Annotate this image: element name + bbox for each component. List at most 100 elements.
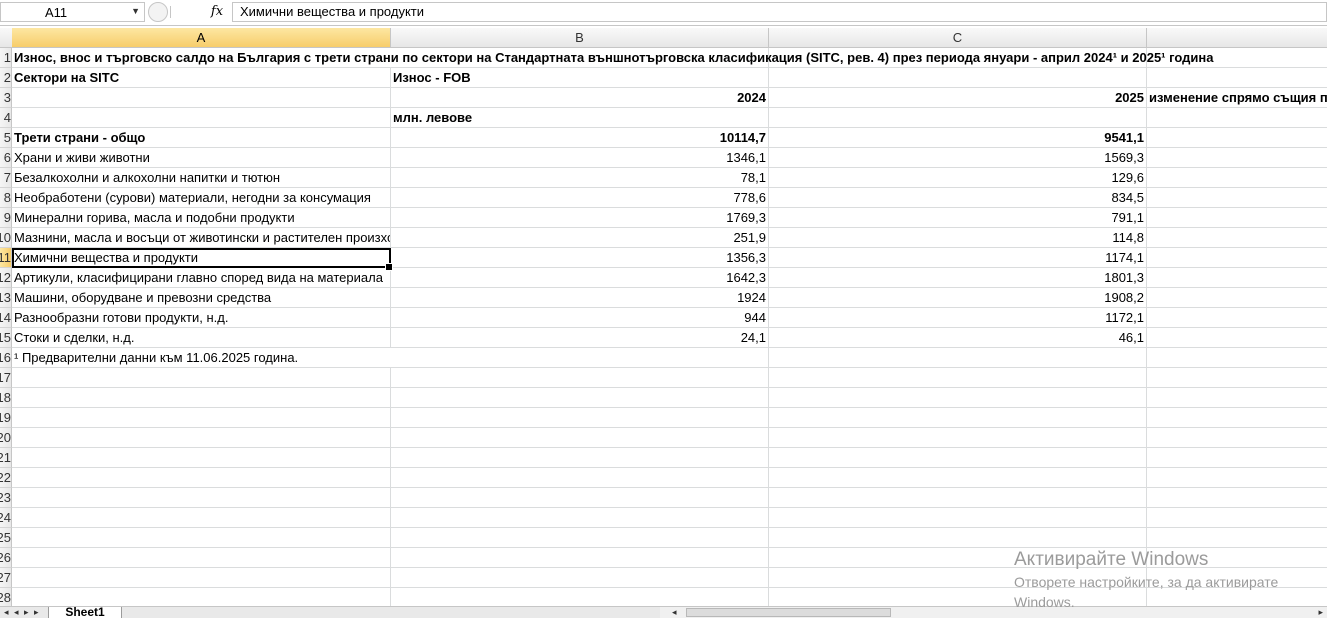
row-header[interactable]: 7 <box>0 168 12 188</box>
cell-c[interactable]: 114,8 <box>769 228 1147 248</box>
cell-a[interactable]: Мазнини, масла и восъци от животински и … <box>12 228 391 248</box>
chevron-down-icon[interactable]: ▼ <box>131 6 140 16</box>
cell-a[interactable] <box>12 568 391 588</box>
cell-d[interactable] <box>1147 188 1327 208</box>
row-header[interactable]: 28 <box>0 588 12 606</box>
cell-b[interactable]: 2024 <box>391 88 769 108</box>
cell-a[interactable] <box>12 528 391 548</box>
cell-c[interactable]: 1569,3 <box>769 148 1147 168</box>
cell-b[interactable] <box>391 388 769 408</box>
row-header[interactable]: 14 <box>0 308 12 328</box>
cell-c[interactable] <box>769 588 1147 606</box>
cell-a[interactable]: Химични вещества и продукти <box>12 248 391 268</box>
cell-b[interactable] <box>391 588 769 606</box>
cell-a[interactable]: Храни и живи животни <box>12 148 391 168</box>
cell-d[interactable] <box>1147 448 1327 468</box>
cell-d[interactable] <box>1147 368 1327 388</box>
cell-c[interactable]: 46,1 <box>769 328 1147 348</box>
scroll-right-icon[interactable]: ▸ <box>1318 607 1323 617</box>
cell-a[interactable] <box>12 548 391 568</box>
row-header[interactable]: 16 <box>0 348 12 368</box>
cell-b[interactable]: 1924 <box>391 288 769 308</box>
cell-b[interactable] <box>391 508 769 528</box>
cell-d[interactable] <box>1147 408 1327 428</box>
cell-d[interactable]: изменение спрямо същия п <box>1147 88 1327 108</box>
prev-sheet-icon[interactable]: ◂ <box>14 607 19 617</box>
cell-c[interactable] <box>769 348 1147 368</box>
row-header[interactable]: 23 <box>0 488 12 508</box>
cell-a[interactable]: Разнообразни готови продукти, н.д. <box>12 308 391 328</box>
row-header[interactable]: 24 <box>0 508 12 528</box>
cell-a[interactable] <box>12 488 391 508</box>
column-header-a[interactable]: A <box>12 28 391 47</box>
row-header[interactable]: 19 <box>0 408 12 428</box>
cell-a[interactable]: ¹ Предварителни данни към 11.06.2025 год… <box>12 348 391 368</box>
name-box[interactable]: A11 ▼ <box>0 2 145 22</box>
cell-b[interactable] <box>391 528 769 548</box>
cell-b[interactable]: 24,1 <box>391 328 769 348</box>
scrollbar-thumb[interactable] <box>686 608 891 617</box>
cell-b[interactable]: млн. левове <box>391 108 769 128</box>
cell-b[interactable] <box>391 368 769 388</box>
insert-function-button[interactable]: fx <box>205 3 229 21</box>
cell-c[interactable]: 1801,3 <box>769 268 1147 288</box>
cell-d[interactable] <box>1147 468 1327 488</box>
cell-a[interactable]: Необработени (сурови) материали, негодни… <box>12 188 391 208</box>
row-header[interactable]: 8 <box>0 188 12 208</box>
fill-handle[interactable] <box>385 263 393 271</box>
last-sheet-icon[interactable]: ▸ <box>34 607 39 617</box>
cell-c[interactable] <box>769 508 1147 528</box>
cell-c[interactable]: 2025 <box>769 88 1147 108</box>
cell-c[interactable]: 791,1 <box>769 208 1147 228</box>
cell-d[interactable] <box>1147 588 1327 606</box>
cell-b[interactable] <box>391 548 769 568</box>
cell-d[interactable] <box>1147 208 1327 228</box>
row-header[interactable]: 1 <box>0 48 12 68</box>
row-header[interactable]: 20 <box>0 428 12 448</box>
cell-b[interactable]: 1346,1 <box>391 148 769 168</box>
cell-b[interactable] <box>391 348 769 368</box>
cell-b[interactable] <box>391 568 769 588</box>
cell-c[interactable]: 1908,2 <box>769 288 1147 308</box>
cell-a[interactable]: Безалкохолни и алкохолни напитки и тютюн <box>12 168 391 188</box>
cell-b[interactable]: 778,6 <box>391 188 769 208</box>
cell-a[interactable]: Износ, внос и търговско салдо на Българи… <box>12 48 1213 68</box>
cell-c[interactable] <box>769 368 1147 388</box>
cell-b[interactable] <box>391 468 769 488</box>
row-header[interactable]: 18 <box>0 388 12 408</box>
formula-input[interactable]: Химични вещества и продукти <box>232 2 1327 22</box>
cell-c[interactable] <box>769 448 1147 468</box>
row-header[interactable]: 2 <box>0 68 12 88</box>
row-header[interactable]: 13 <box>0 288 12 308</box>
cell-d[interactable] <box>1147 68 1327 88</box>
row-header[interactable]: 9 <box>0 208 12 228</box>
cell-d[interactable] <box>1147 228 1327 248</box>
cell-a[interactable] <box>12 368 391 388</box>
cell-b[interactable] <box>391 408 769 428</box>
row-header[interactable]: 25 <box>0 528 12 548</box>
cell-d[interactable] <box>1147 128 1327 148</box>
row-header[interactable]: 17 <box>0 368 12 388</box>
cell-a[interactable] <box>12 508 391 528</box>
next-sheet-icon[interactable]: ▸ <box>24 607 29 617</box>
cell-c[interactable]: 834,5 <box>769 188 1147 208</box>
first-sheet-icon[interactable]: ◂ <box>4 607 9 617</box>
cell-d[interactable] <box>1147 308 1327 328</box>
cell-c[interactable] <box>769 428 1147 448</box>
cell-b[interactable]: Износ - FOB <box>391 68 769 88</box>
cell-a[interactable] <box>12 388 391 408</box>
cell-d[interactable] <box>1147 388 1327 408</box>
cell-a[interactable] <box>12 448 391 468</box>
cell-d[interactable] <box>1147 248 1327 268</box>
cell-b[interactable] <box>391 428 769 448</box>
cell-b[interactable]: 10114,7 <box>391 128 769 148</box>
row-header[interactable]: 11 <box>0 248 12 268</box>
row-header[interactable]: 27 <box>0 568 12 588</box>
cell-c[interactable] <box>769 468 1147 488</box>
cell-b[interactable] <box>391 448 769 468</box>
row-header[interactable]: 4 <box>0 108 12 128</box>
row-header[interactable]: 22 <box>0 468 12 488</box>
cell-b[interactable]: 1642,3 <box>391 268 769 288</box>
cell-d[interactable] <box>1147 428 1327 448</box>
cell-c[interactable]: 9541,1 <box>769 128 1147 148</box>
